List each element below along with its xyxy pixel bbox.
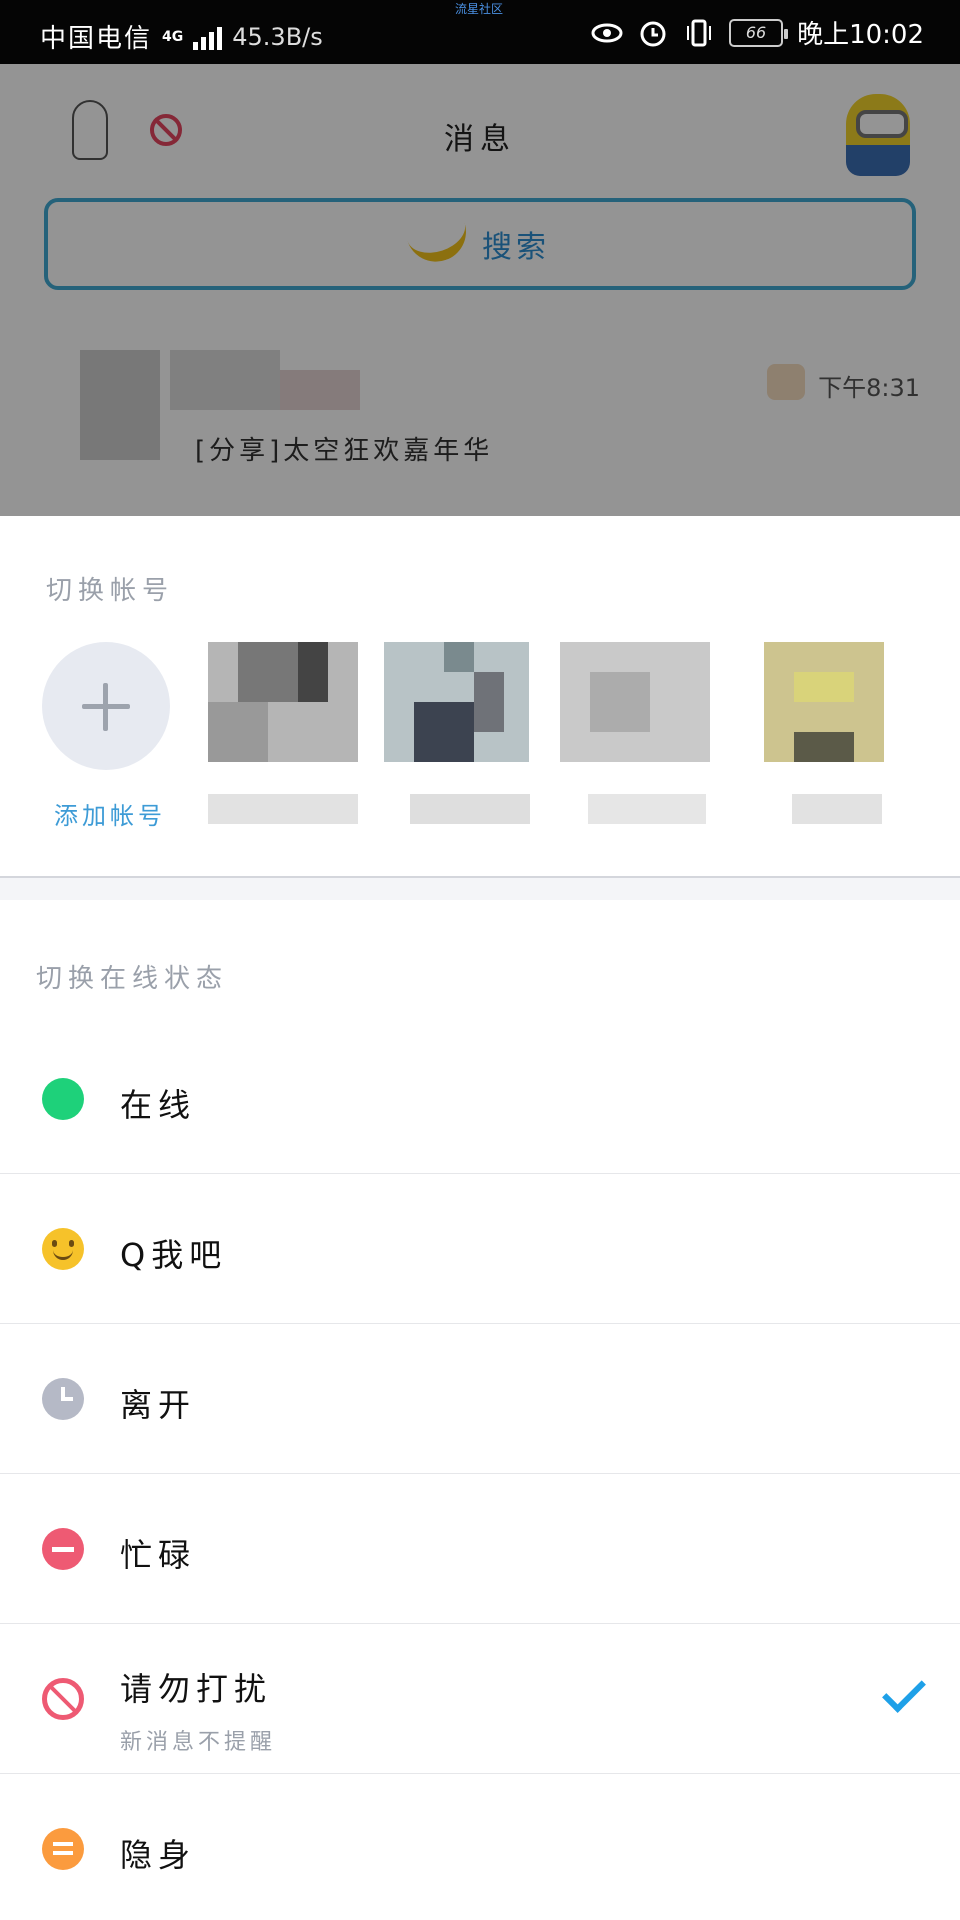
battery-icon: 66 xyxy=(729,18,789,47)
network-speed: 45.3B/s xyxy=(232,22,323,51)
equals-icon xyxy=(42,1828,84,1870)
status-label: 在线 xyxy=(120,1086,197,1124)
status-sublabel: 新消息不提醒 xyxy=(120,1730,277,1755)
account-name[interactable] xyxy=(588,794,706,824)
status-item-away[interactable]: 离开 xyxy=(0,1324,960,1474)
eye-icon xyxy=(591,17,623,49)
status-item-busy[interactable]: 忙碌 xyxy=(0,1474,960,1624)
status-list: 在线 Q我吧 离开 忙碌 请勿打扰 新消息不提醒 隐身 xyxy=(0,1024,960,1920)
status-item-do-not-disturb[interactable]: 请勿打扰 新消息不提醒 xyxy=(0,1624,960,1774)
account-name[interactable] xyxy=(410,794,530,824)
network-type: 4G xyxy=(162,28,184,45)
status-label: Q我吧 xyxy=(120,1236,228,1274)
switch-account-title: 切换帐号 xyxy=(46,576,175,606)
smile-icon xyxy=(42,1228,84,1270)
vibrate-icon xyxy=(683,17,715,49)
no-entry-icon xyxy=(42,1678,84,1720)
add-account-button[interactable] xyxy=(42,642,170,770)
signal-icon xyxy=(193,24,223,50)
account-avatar[interactable] xyxy=(208,642,358,762)
status-bar: 中国电信 4G 45.3B/s 流星社区 66 晚上10:02 xyxy=(0,0,960,64)
add-account-label[interactable]: 添加帐号 xyxy=(54,796,166,831)
account-name[interactable] xyxy=(208,794,358,824)
account-avatar[interactable] xyxy=(764,642,914,762)
status-item-online[interactable]: 在线 xyxy=(0,1024,960,1174)
clock: 晚上10:02 xyxy=(797,20,924,50)
alarm-icon xyxy=(637,17,669,49)
switch-account-panel: 切换帐号 添加帐号 xyxy=(0,516,960,876)
dim-overlay[interactable] xyxy=(0,64,960,516)
status-center-label: 流星社区 xyxy=(455,2,504,16)
status-item-invisible[interactable]: 隐身 xyxy=(0,1774,960,1920)
status-label: 忙碌 xyxy=(120,1536,197,1574)
status-label: 离开 xyxy=(120,1386,197,1424)
status-label: 隐身 xyxy=(120,1836,197,1874)
minus-icon xyxy=(42,1528,84,1570)
account-name[interactable] xyxy=(792,794,882,824)
status-label: 请勿打扰 xyxy=(120,1670,273,1708)
status-item-q-me[interactable]: Q我吧 xyxy=(0,1174,960,1324)
account-avatar[interactable] xyxy=(560,642,710,762)
carrier-name: 中国电信 xyxy=(40,24,153,54)
checkmark-icon xyxy=(882,1669,926,1713)
switch-status-title: 切换在线状态 xyxy=(36,964,229,994)
account-avatar[interactable] xyxy=(384,642,534,762)
section-gap xyxy=(0,878,960,900)
clock-icon xyxy=(42,1378,84,1420)
online-icon xyxy=(42,1078,84,1120)
